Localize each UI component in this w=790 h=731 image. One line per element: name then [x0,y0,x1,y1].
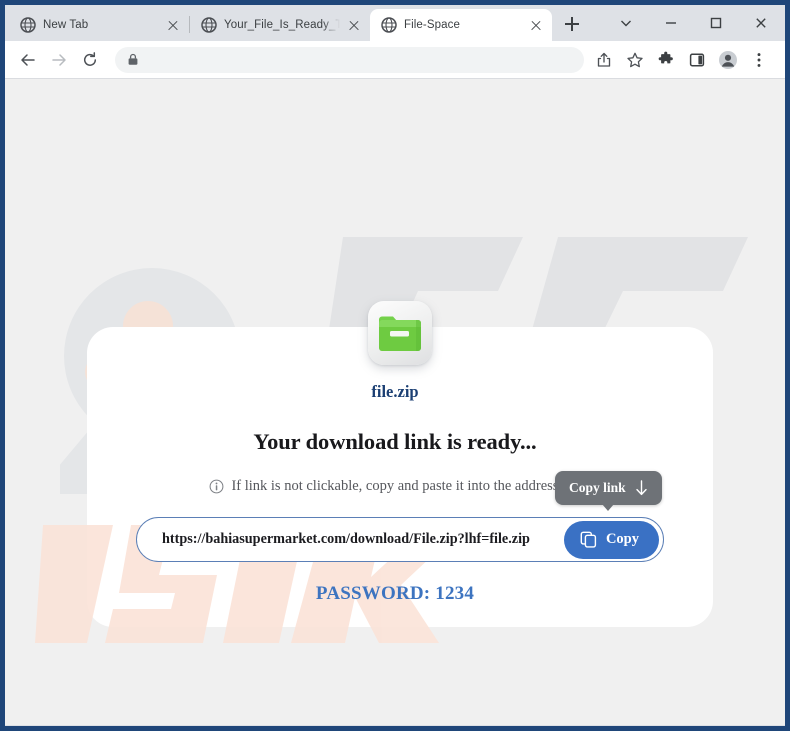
address-bar[interactable] [115,46,584,73]
download-link-text[interactable]: https://bahiasupermarket.com/download/Fi… [137,531,564,548]
chrome-menu-icon[interactable] [745,46,773,74]
tab-close-icon[interactable] [165,17,181,33]
password-label: PASSWORD: 1234 [315,583,475,604]
back-icon[interactable] [14,46,42,74]
download-arrow-icon [635,479,647,495]
globe-icon [201,17,217,33]
copy-button-label: Copy [605,531,639,547]
new-tab-button[interactable] [558,10,586,38]
share-icon[interactable] [590,46,618,74]
lock-icon [128,53,138,65]
green-zip-folder-icon [379,316,421,351]
tab-title: New Tab [43,19,89,31]
copy-button[interactable]: Copy [563,520,659,559]
bookmark-star-icon[interactable] [621,46,649,74]
copy-icon [580,531,597,548]
copy-link-tooltip-label: Copy link [569,480,626,495]
tab-new-tab[interactable]: New Tab [9,9,189,41]
browser-toolbar [5,41,785,79]
file-name-label: file.zip [371,382,419,401]
info-circle-icon [210,479,224,494]
browser-window: New Tab Your_File_Is_Ready_To_Downl File… [0,0,790,731]
tab-close-icon[interactable] [528,17,544,33]
maximize-icon[interactable] [693,7,738,39]
window-controls [603,5,785,41]
tab-search-icon[interactable] [603,7,648,39]
page-headline: Your download link is ready... [253,429,537,454]
forward-icon [45,46,73,74]
reload-icon[interactable] [76,46,104,74]
tab-close-icon[interactable] [346,17,362,33]
copy-link-tooltip: Copy link [555,471,662,511]
extensions-puzzle-icon[interactable] [652,46,680,74]
file-icon-tile [368,301,432,365]
tab-strip: New Tab Your_File_Is_Ready_To_Downl File… [5,5,785,41]
side-panel-icon[interactable] [683,46,711,74]
minimize-icon[interactable] [648,7,693,39]
profile-avatar[interactable] [714,46,742,74]
subtext-label: If link is not clickable, copy and paste… [231,478,581,494]
tab-title: Your_File_Is_Ready_To_Downl [224,19,340,31]
close-icon[interactable] [738,7,783,39]
globe-icon [20,17,36,33]
tab-title: File-Space [404,19,460,31]
subtext-row: If link is not clickable, copy and paste… [5,478,785,495]
page-viewport: file.zip Your download link is ready... … [5,79,785,725]
globe-icon [381,17,397,33]
tab-your-file-is-ready[interactable]: Your_File_Is_Ready_To_Downl [190,9,370,41]
download-link-field[interactable]: https://bahiasupermarket.com/download/Fi… [136,517,664,562]
tab-file-space[interactable]: File-Space [370,9,552,41]
